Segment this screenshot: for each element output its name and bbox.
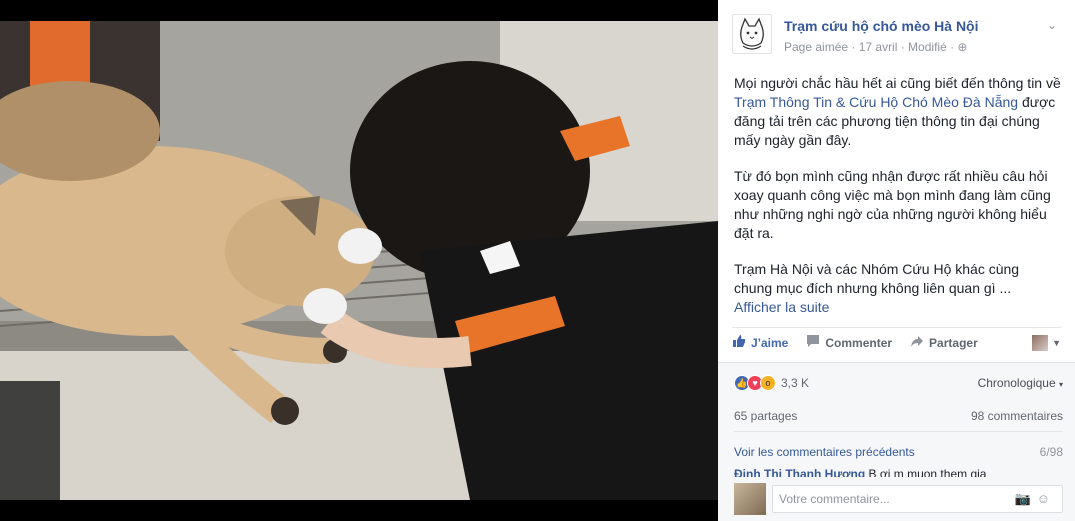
post-actions: J’aime Commenter Partager ▼ [732,327,1061,357]
post-meta: Page aimée · 17 avril · Modifié · ⊕ [784,40,967,54]
post-meta-text: Page aimée · 17 avril · Modifié · [784,40,955,54]
previous-comments-row: Voir les commentaires précédents 6/98 [734,445,1063,459]
comment-item: Đinh Thị Thanh Hương B ơi m muon them gi… [734,467,1063,477]
see-more-link[interactable]: Afficher la suite [734,298,1061,317]
page-name-link[interactable]: Trạm cứu hộ chó mèo Hà Nội [784,18,979,34]
reaction-count[interactable]: 3,3 K [781,376,809,390]
smiley-icon[interactable]: ☺ [1037,491,1056,506]
stats-row: 65 partages 98 commentaires [734,409,1063,432]
globe-icon: ⊕ [957,40,968,54]
post-as-selector[interactable]: ▼ [1032,334,1061,351]
chevron-down-icon[interactable]: ⌄ [1047,18,1057,32]
post-header: Trạm cứu hộ chó mèo Hà Nội Page aimée · … [718,0,1075,62]
comment-input[interactable]: Votre commentaire... 📷☺ [772,485,1063,513]
comment-composer: Votre commentaire... 📷☺ [734,483,1063,515]
comment-label: Commenter [825,335,893,350]
user-avatar [734,483,766,515]
like-button[interactable]: J’aime [732,334,788,351]
cat-avatar-icon[interactable] [732,14,772,54]
comment-button[interactable]: Commenter [806,334,892,351]
view-previous-comments-link[interactable]: Voir les commentaires précédents [734,445,915,459]
comment-text: B ơi m muon them gia [868,467,987,477]
share-icon [910,334,924,351]
page-mini-avatar [1032,334,1049,351]
post-photo[interactable] [0,0,718,521]
sort-dropdown[interactable]: Chronologique ▾ [978,376,1063,390]
feedback-section: 👍 ♥ o 3,3 K Chronologique ▾ 65 partages … [718,362,1075,521]
shares-count[interactable]: 65 partages [734,409,797,423]
share-button[interactable]: Partager [910,334,978,351]
camera-icon[interactable]: 📷 [1015,491,1037,506]
comment-author[interactable]: Đinh Thị Thanh Hương [734,467,865,477]
comment-placeholder: Votre commentaire... [779,492,890,506]
post-body: Mọi người chắc hầu hết ai cũng biết đến … [718,62,1075,317]
sort-label: Chronologique [977,376,1056,390]
mentioned-page-link[interactable]: Trạm Thông Tin & Cứu Hộ Chó Mèo Đà Nẵng [734,94,1018,110]
para1-prefix: Mọi người chắc hầu hết ai cũng biết đến … [734,75,1061,91]
post-sidebar: Trạm cứu hộ chó mèo Hà Nội Page aimée · … [718,0,1075,521]
share-label: Partager [929,335,978,350]
post-paragraph: Trạm Hà Nội và các Nhóm Cứu Hộ khác cùng… [734,261,1020,296]
photo-image [0,21,718,500]
comments-count[interactable]: 98 commentaires [971,409,1063,423]
comment-icon [806,334,820,351]
caret-down-icon: ▼ [1052,337,1061,348]
reactions-row: 👍 ♥ o 3,3 K Chronologique ▾ [734,373,1063,393]
post-paragraph: Từ đó bọn mình cũng nhận được rất nhiều … [734,168,1051,241]
post-paragraph: Mọi người chắc hầu hết ai cũng biết đến … [734,74,1061,150]
wow-reaction-icon[interactable]: o [760,375,776,391]
like-label: J’aime [751,335,789,350]
like-icon [732,334,746,351]
caret-down-icon: ▾ [1058,380,1063,389]
comment-pagination: 6/98 [1039,445,1063,459]
